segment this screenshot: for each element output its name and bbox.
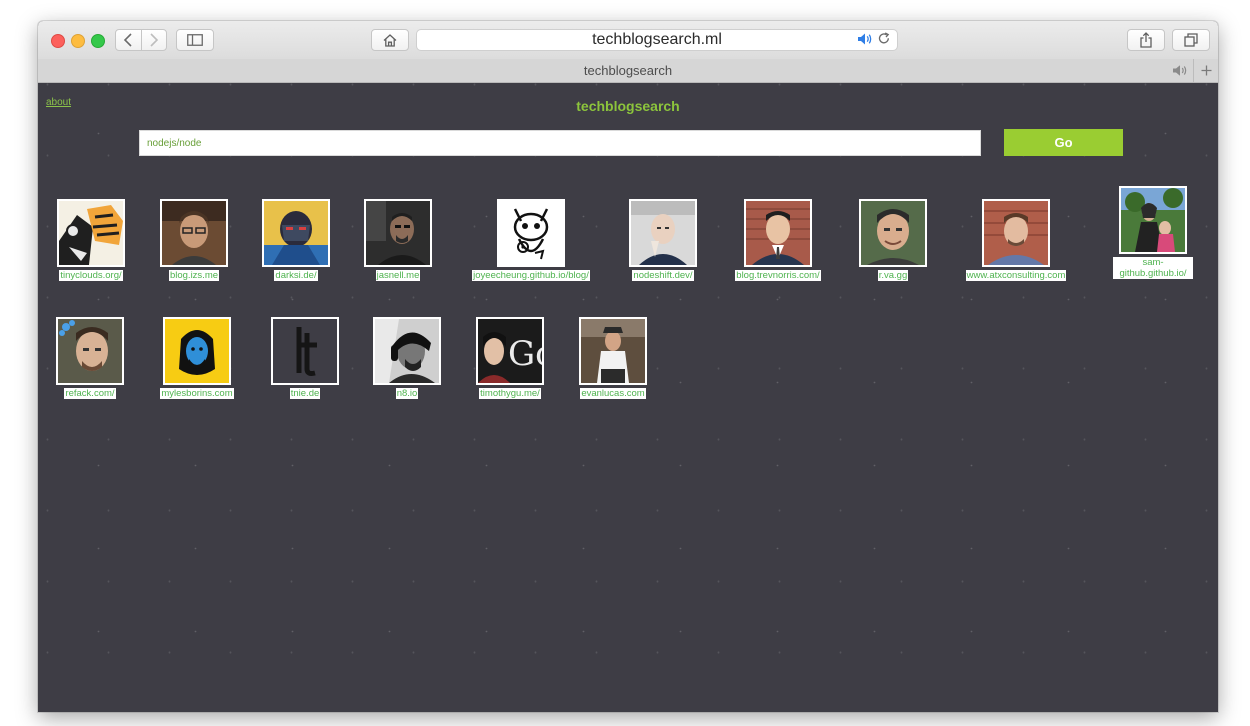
back-forward-group bbox=[115, 29, 167, 51]
result-link[interactable]: jasnell.me bbox=[375, 270, 421, 281]
result-avatar[interactable] bbox=[579, 317, 647, 385]
tabs-overview-icon bbox=[1184, 33, 1198, 47]
result-card[interactable]: r.va.gg bbox=[823, 199, 963, 281]
result-avatar[interactable] bbox=[364, 199, 432, 267]
result-avatar[interactable] bbox=[271, 317, 339, 385]
result-card[interactable]: evanlucas.com bbox=[543, 317, 683, 399]
chevron-left-icon bbox=[124, 33, 132, 47]
back-button[interactable] bbox=[116, 30, 141, 50]
browser-window: techblogsearch.ml techblogsearch about t… bbox=[38, 21, 1218, 712]
result-link[interactable]: blog.trevnorris.com/ bbox=[735, 270, 821, 281]
result-link[interactable]: blog.izs.me bbox=[168, 270, 220, 281]
result-avatar[interactable] bbox=[56, 317, 124, 385]
svg-text:Go: Go bbox=[508, 334, 544, 374]
result-avatar[interactable] bbox=[160, 199, 228, 267]
result-avatar[interactable] bbox=[57, 199, 125, 267]
result-avatar[interactable] bbox=[982, 199, 1050, 267]
address-bar[interactable]: techblogsearch.ml bbox=[416, 29, 898, 51]
result-link[interactable]: tinyclouds.org/ bbox=[59, 270, 123, 281]
result-link[interactable]: evanlucas.com bbox=[580, 388, 646, 399]
result-card[interactable]: sam-github.github.io/ bbox=[1083, 186, 1218, 279]
result-link[interactable]: refack.com/ bbox=[64, 388, 116, 399]
forward-button[interactable] bbox=[140, 30, 167, 50]
result-card[interactable]: www.atxconsulting.com bbox=[946, 199, 1086, 281]
result-avatar[interactable] bbox=[859, 199, 927, 267]
sidebar-icon bbox=[187, 34, 203, 46]
zoom-window-button[interactable] bbox=[91, 34, 105, 48]
result-avatar[interactable] bbox=[497, 199, 565, 267]
tab-audio-icon[interactable] bbox=[1172, 64, 1188, 82]
result-link[interactable]: mylesborins.com bbox=[160, 388, 234, 399]
url-text: techblogsearch.ml bbox=[592, 31, 722, 48]
plus-icon bbox=[1201, 65, 1211, 76]
result-avatar[interactable]: Go bbox=[476, 317, 544, 385]
result-avatar[interactable] bbox=[262, 199, 330, 267]
audio-playing-icon[interactable] bbox=[857, 32, 873, 51]
sidebar-toggle-button[interactable] bbox=[176, 29, 214, 51]
result-link[interactable]: nodeshift.dev/ bbox=[632, 270, 694, 281]
result-link[interactable]: timothygu.me/ bbox=[479, 388, 541, 399]
new-tab-button[interactable] bbox=[1193, 59, 1218, 82]
result-link[interactable]: r.va.gg bbox=[877, 270, 909, 281]
minimize-window-button[interactable] bbox=[71, 34, 85, 48]
browser-toolbar: techblogsearch.ml bbox=[38, 21, 1218, 60]
close-window-button[interactable] bbox=[51, 34, 65, 48]
page-content: about techblogsearch Go tinyclouds.org/ bbox=[38, 83, 1218, 712]
result-link[interactable]: www.atxconsulting.com bbox=[965, 270, 1067, 281]
chevron-right-icon bbox=[150, 33, 158, 47]
page-title: techblogsearch bbox=[576, 98, 680, 114]
result-card[interactable]: jasnell.me bbox=[328, 199, 468, 281]
result-card[interactable]: joyeecheung.github.io/blog/ bbox=[461, 199, 601, 281]
go-button[interactable]: Go bbox=[1004, 129, 1123, 156]
result-link[interactable]: darksi.de/ bbox=[274, 270, 318, 281]
active-tab-title[interactable]: techblogsearch bbox=[38, 59, 1218, 82]
result-link[interactable]: joyeecheung.github.io/blog/ bbox=[472, 270, 590, 281]
result-link[interactable]: tnie.de bbox=[289, 388, 321, 399]
home-button[interactable] bbox=[371, 29, 409, 51]
result-avatar[interactable] bbox=[1119, 186, 1187, 254]
result-avatar[interactable] bbox=[373, 317, 441, 385]
home-icon bbox=[383, 33, 397, 47]
reload-icon[interactable] bbox=[877, 32, 891, 51]
tab-bar: techblogsearch bbox=[38, 59, 1218, 83]
share-icon bbox=[1140, 32, 1152, 48]
show-tabs-button[interactable] bbox=[1172, 29, 1210, 51]
result-avatar[interactable] bbox=[163, 317, 231, 385]
result-avatar[interactable] bbox=[744, 199, 812, 267]
result-link[interactable]: n8.io bbox=[395, 388, 419, 399]
search-input[interactable] bbox=[139, 130, 981, 156]
result-link[interactable]: sam-github.github.io/ bbox=[1113, 257, 1193, 279]
result-avatar[interactable] bbox=[629, 199, 697, 267]
share-button[interactable] bbox=[1127, 29, 1165, 51]
